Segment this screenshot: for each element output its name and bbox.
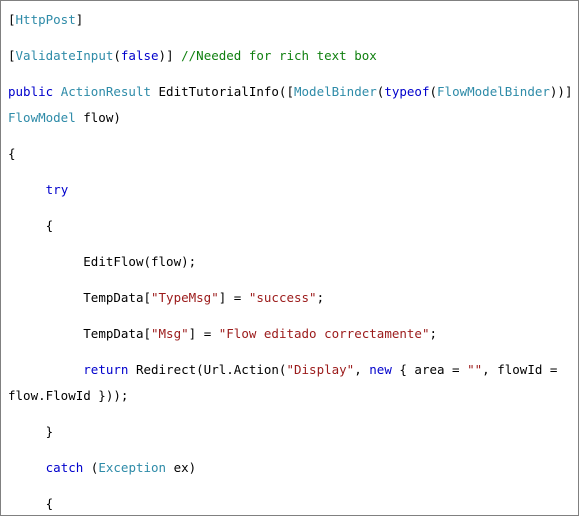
code-token-keyword: public (8, 84, 54, 99)
code-token-keyword: false (120, 48, 159, 63)
code-line: } (1, 419, 578, 445)
code-token-plain: ; (316, 290, 325, 305)
code-token-plain: EditFlow(flow); (8, 254, 197, 269)
code-token-plain: } (8, 424, 54, 439)
code-token-type: HttpPost (15, 12, 76, 27)
code-token-plain: { (8, 218, 54, 233)
code-line: try (1, 177, 578, 203)
code-token-plain: ] = (188, 326, 219, 341)
code-text-area[interactable]: [HttpPost] [ValidateInput(false)] //Need… (1, 1, 578, 515)
code-token-type: ValidateInput (15, 48, 114, 63)
code-token-plain: { (8, 146, 16, 161)
code-line: EditFlow(flow); (1, 249, 578, 275)
code-token-plain: )] (158, 48, 182, 63)
code-token-type: Exception (98, 460, 167, 475)
code-token-plain: ; (429, 326, 437, 341)
code-token-keyword: typeof (384, 84, 430, 99)
code-token-string: "Msg" (151, 326, 189, 341)
code-token-plain: [ (8, 12, 16, 27)
code-token-plain: [ (8, 48, 16, 63)
code-token-string: "" (467, 362, 483, 377)
code-line: [HttpPost] (1, 7, 578, 33)
code-token-plain: ))] (549, 84, 573, 99)
code-line: TempData["TypeMsg"] = "success"; (1, 285, 578, 311)
code-token-plain: { (8, 496, 54, 511)
code-viewer: [HttpPost] [ValidateInput(false)] //Need… (0, 0, 579, 516)
code-token-type: FlowModel (8, 110, 76, 125)
code-token-plain: ( (429, 84, 438, 99)
code-token-plain: ( (83, 460, 99, 475)
code-line: { (1, 141, 578, 167)
code-token-plain: ] (75, 12, 84, 27)
code-token-plain: TempData[ (8, 326, 151, 341)
code-token-type: ActionResult (60, 84, 151, 99)
code-token-type: FlowModelBinder (437, 84, 550, 99)
code-token-plain: ex) (166, 460, 197, 475)
code-token-comment: //Needed for rich text box (181, 48, 377, 63)
code-token-plain: Redirect(Url.Action( (128, 362, 287, 377)
code-token-plain: { area = (391, 362, 468, 377)
code-token-plain: TempData[ (8, 290, 151, 305)
code-token-keyword: catch (45, 460, 84, 475)
code-token-plain: ( (113, 48, 121, 63)
code-token-string: "Display" (286, 362, 355, 377)
code-line: return Redirect(Url.Action("Display", ne… (1, 357, 578, 409)
code-token-plain: EditTutorialInfo([ (151, 84, 294, 99)
code-token-string: "success" (248, 290, 317, 305)
code-token-keyword: new (369, 362, 392, 377)
code-line: [ValidateInput(false)] //Needed for rich… (1, 43, 578, 69)
code-token-plain: , (354, 362, 370, 377)
code-line: catch (Exception ex) (1, 455, 578, 481)
code-line: public ActionResult EditTutorialInfo([Mo… (1, 79, 578, 131)
code-token-string: "TypeMsg" (151, 290, 219, 305)
code-line: { (1, 491, 578, 515)
code-token-keyword: return (83, 362, 129, 377)
code-token-string: "Flow editado correctamente" (218, 326, 430, 341)
code-token-plain: flow) (75, 110, 121, 125)
code-token-type: ModelBinder (294, 84, 377, 99)
code-line: { (1, 213, 578, 239)
code-token-plain: ] = (218, 290, 249, 305)
code-token-keyword: try (45, 182, 69, 197)
code-line: TempData["Msg"] = "Flow editado correcta… (1, 321, 578, 347)
